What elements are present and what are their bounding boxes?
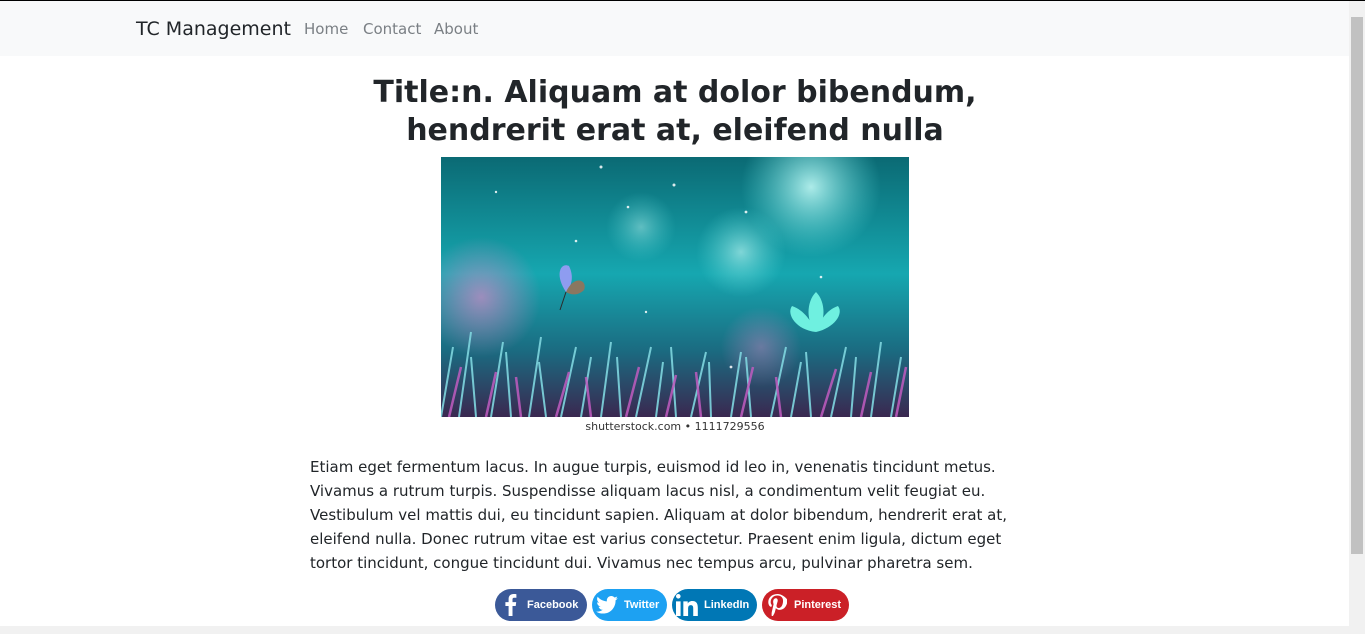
image-credit: shutterstock.com • 1111729556	[585, 420, 765, 433]
horizontal-scrollbar[interactable]	[0, 626, 1349, 634]
share-linkedin-label: LinkedIn	[704, 599, 750, 611]
navbar: TC Management Home Contact About	[0, 1, 1349, 56]
pinterest-icon	[762, 589, 792, 621]
twitter-icon	[592, 589, 622, 621]
vertical-scrollbar[interactable]	[1349, 1, 1365, 634]
share-pinterest-label: Pinterest	[794, 599, 842, 611]
facebook-icon	[495, 589, 525, 621]
share-pinterest-button[interactable]: Pinterest	[762, 589, 849, 621]
linkedin-icon	[672, 589, 702, 621]
article-title: Title:n. Aliquam at dolor bibendum, hend…	[373, 75, 977, 148]
brand-link[interactable]: TC Management	[136, 18, 291, 40]
share-twitter-button[interactable]: Twitter	[592, 589, 667, 621]
share-linkedin-button[interactable]: LinkedIn	[672, 589, 757, 621]
article-image	[441, 157, 909, 417]
nav-link-about[interactable]: About	[434, 20, 478, 38]
article-body: Etiam eget fermentum lacus. In augue tur…	[310, 458, 1008, 572]
share-twitter-label: Twitter	[624, 599, 660, 611]
share-facebook-label: Facebook	[527, 599, 579, 611]
scrollbar-thumb[interactable]	[1351, 17, 1363, 554]
nav-link-contact[interactable]: Contact	[363, 20, 421, 38]
share-facebook-button[interactable]: Facebook	[495, 589, 587, 621]
nav-link-home[interactable]: Home	[304, 20, 348, 38]
